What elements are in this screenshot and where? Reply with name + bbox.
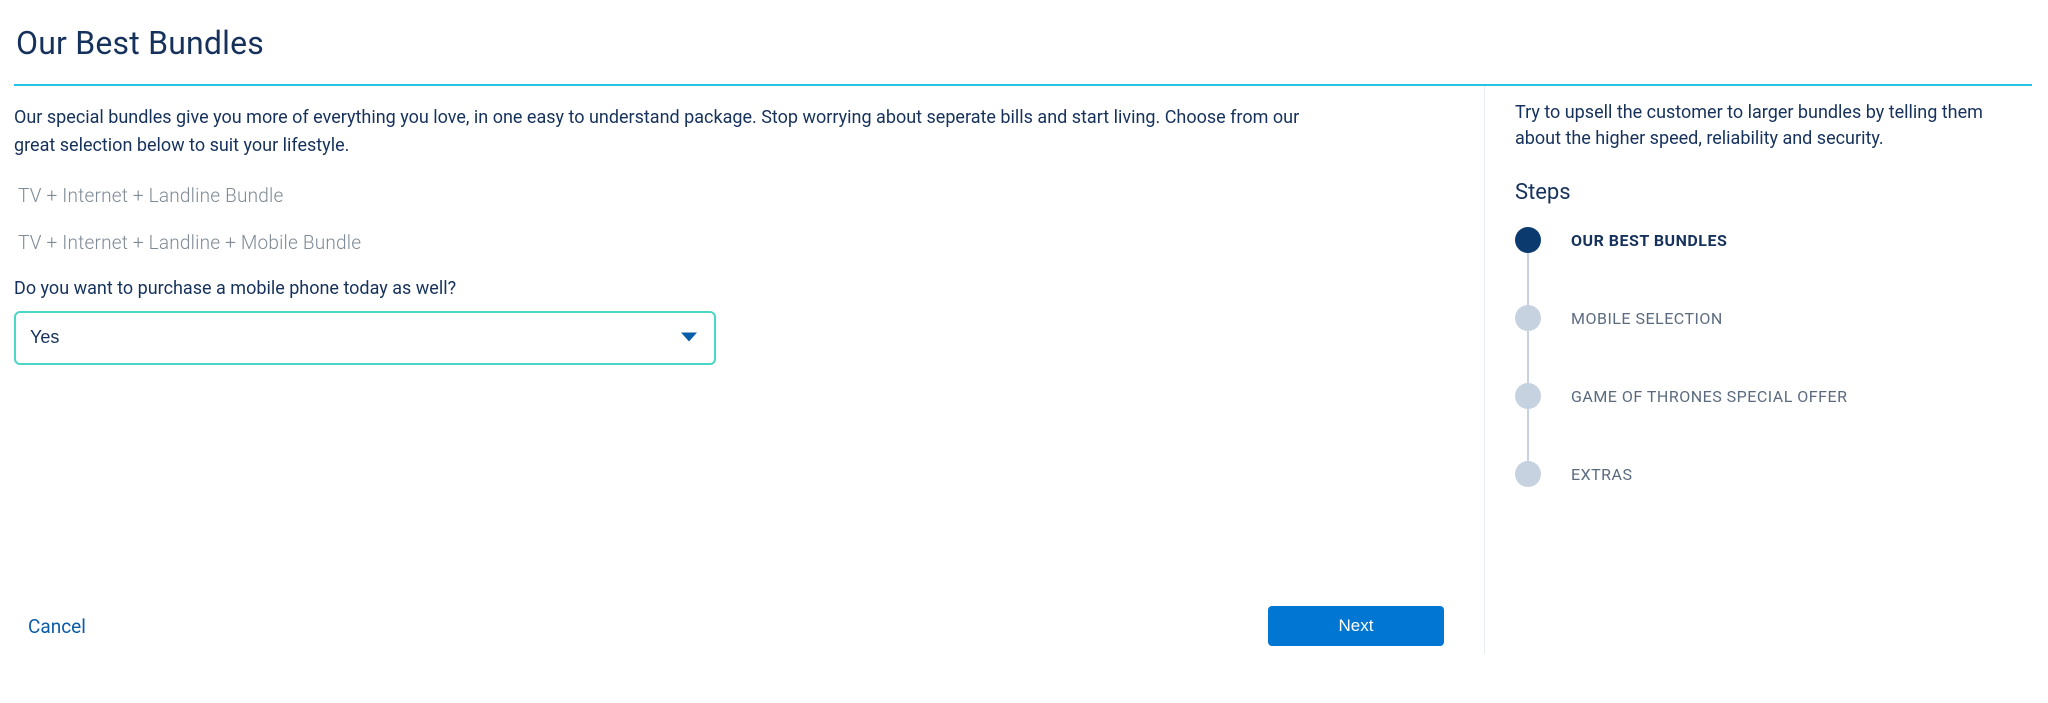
bundle-option[interactable]: TV + Internet + Landline Bundle xyxy=(18,184,1444,207)
main-panel: Our special bundles give you more of eve… xyxy=(14,86,1484,654)
step-item-extras[interactable]: EXTRAS xyxy=(1515,461,2022,487)
step-connector xyxy=(1527,331,1529,385)
intro-text: Our special bundles give you more of eve… xyxy=(14,104,1334,160)
page-title: Our Best Bundles xyxy=(16,24,2032,62)
step-connector xyxy=(1527,253,1529,307)
upsell-tip: Try to upsell the customer to larger bun… xyxy=(1515,100,2022,152)
step-item-mobile[interactable]: MOBILE SELECTION xyxy=(1515,305,2022,383)
cancel-button[interactable]: Cancel xyxy=(28,615,86,638)
mobile-purchase-select[interactable] xyxy=(14,311,716,365)
question-label: Do you want to purchase a mobile phone t… xyxy=(14,278,1444,299)
step-dot-icon xyxy=(1515,305,1541,331)
step-item-got[interactable]: GAME OF THRONES SPECIAL OFFER xyxy=(1515,383,2022,461)
step-connector xyxy=(1527,409,1529,463)
next-button[interactable]: Next xyxy=(1268,606,1444,646)
steps-heading: Steps xyxy=(1515,180,2022,205)
step-label: OUR BEST BUNDLES xyxy=(1571,231,1727,250)
select-wrap xyxy=(14,311,716,365)
step-label: GAME OF THRONES SPECIAL OFFER xyxy=(1571,387,1847,406)
step-dot-icon xyxy=(1515,383,1541,409)
sidebar: Try to upsell the customer to larger bun… xyxy=(1484,86,2032,654)
step-item-bundles[interactable]: OUR BEST BUNDLES xyxy=(1515,227,2022,305)
bundle-option[interactable]: TV + Internet + Landline + Mobile Bundle xyxy=(18,231,1444,254)
steps-list: OUR BEST BUNDLES MOBILE SELECTION GAME O… xyxy=(1515,227,2022,487)
content: Our special bundles give you more of eve… xyxy=(14,86,2032,654)
step-dot-icon xyxy=(1515,461,1541,487)
step-dot-icon xyxy=(1515,227,1541,253)
actions-row: Cancel Next xyxy=(14,606,1444,646)
step-label: EXTRAS xyxy=(1571,465,1632,484)
step-label: MOBILE SELECTION xyxy=(1571,309,1723,328)
